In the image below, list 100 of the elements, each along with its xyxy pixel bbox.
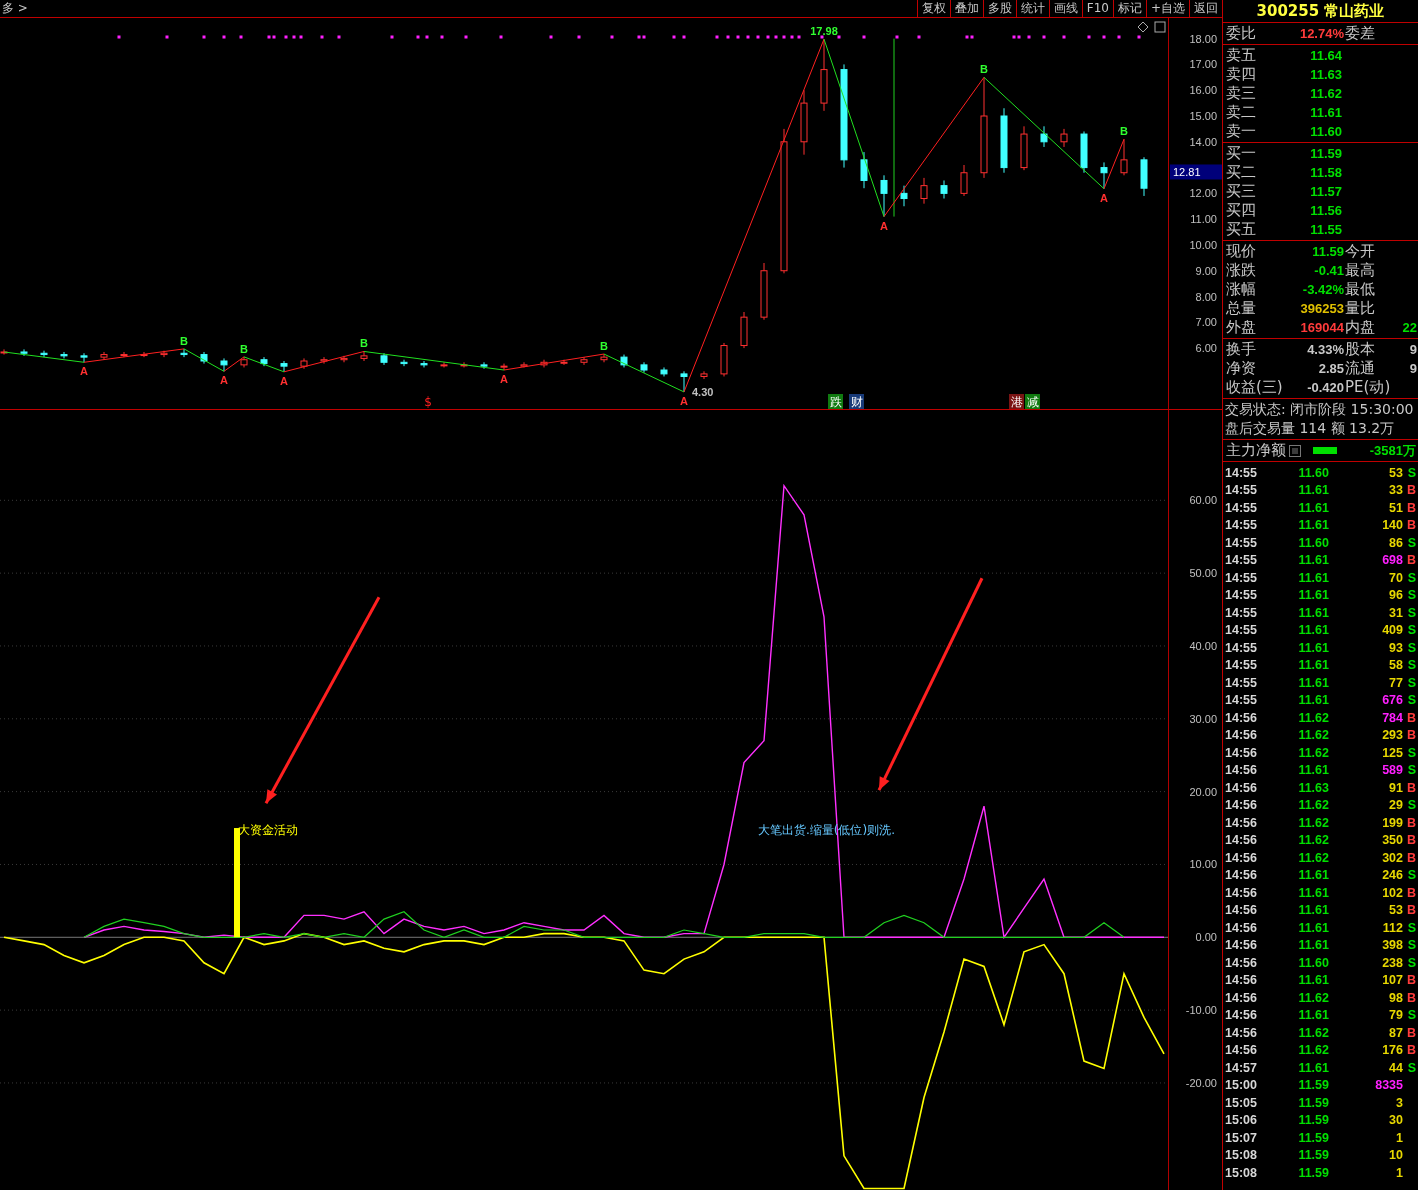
event-badge[interactable]: 减 xyxy=(1025,394,1040,409)
tick-price: 11.61 xyxy=(1297,763,1329,778)
tick-side: S xyxy=(1407,938,1417,953)
candlestick xyxy=(540,359,548,368)
candlestick xyxy=(800,89,808,156)
tick-volume: 87 xyxy=(1388,1025,1403,1040)
tick-volume: 58 xyxy=(1388,658,1403,673)
candlestick xyxy=(600,353,608,363)
axis-label: -20.00 xyxy=(1185,1076,1217,1089)
field-label: 最高 xyxy=(1345,261,1376,280)
candlestick xyxy=(480,361,488,370)
tick-price: 11.62 xyxy=(1297,798,1329,813)
tick-time: 14:55 xyxy=(1224,570,1258,585)
pivot-label: A xyxy=(500,373,508,386)
candlestick xyxy=(320,356,328,365)
field-value: 22 xyxy=(1401,320,1418,335)
tick-time: 14:55 xyxy=(1224,605,1258,620)
order-price: 11.57 xyxy=(1309,184,1342,199)
tick-time: 14:56 xyxy=(1224,780,1258,795)
candlestick xyxy=(300,357,308,370)
tick-volume: 698 xyxy=(1381,553,1403,568)
tick-side: B xyxy=(1406,833,1417,848)
tick-side: S xyxy=(1407,605,1417,620)
tick-side: B xyxy=(1406,728,1417,743)
after-hours-volume: 盘后交易量 114 额 13.2万 xyxy=(1225,419,1396,438)
tick-price: 11.61 xyxy=(1297,570,1329,585)
order-level-label: 买二 xyxy=(1226,163,1257,182)
tick-price: 11.62 xyxy=(1297,1043,1329,1058)
tick-price: 11.59 xyxy=(1297,1130,1329,1145)
tick-volume: 112 xyxy=(1381,920,1403,935)
pivot-label: B xyxy=(240,342,248,355)
order-level-label: 买四 xyxy=(1226,201,1257,220)
candlestick xyxy=(1120,138,1128,176)
tick-time: 14:56 xyxy=(1224,1008,1258,1023)
field-value: 396253 xyxy=(1299,301,1344,316)
tick-side: S xyxy=(1407,640,1417,655)
tick-volume: 8335 xyxy=(1374,1078,1403,1093)
order-price: 11.55 xyxy=(1309,222,1342,237)
tick-time: 14:56 xyxy=(1224,1025,1258,1040)
candlestick xyxy=(500,363,508,371)
tick-time: 14:55 xyxy=(1224,675,1258,690)
tick-price: 11.61 xyxy=(1297,658,1329,673)
event-marker[interactable]: $ xyxy=(424,395,432,409)
candlestick xyxy=(440,361,448,368)
tick-side: S xyxy=(1407,763,1417,778)
tick-price: 11.59 xyxy=(1297,1078,1329,1093)
window-icon[interactable] xyxy=(1154,21,1166,33)
candlestick xyxy=(1060,128,1068,148)
tick-side: S xyxy=(1407,588,1417,603)
field-label: 换手 xyxy=(1226,340,1257,359)
list-icon[interactable] xyxy=(1289,444,1301,457)
tick-time: 14:55 xyxy=(1224,693,1258,708)
tick-side: S xyxy=(1407,1008,1417,1023)
candlestick xyxy=(920,177,928,205)
axis-label: 30.00 xyxy=(1189,712,1217,725)
tick-side: B xyxy=(1406,518,1417,533)
axis-label: 40.00 xyxy=(1189,639,1217,652)
tick-volume: 96 xyxy=(1388,588,1403,603)
tick-price: 11.61 xyxy=(1297,640,1329,655)
pivot-label: 4.30 xyxy=(692,385,714,398)
tick-price: 11.61 xyxy=(1297,553,1329,568)
candlestick xyxy=(400,359,408,367)
tick-time: 14:55 xyxy=(1224,588,1258,603)
pivot-label: B xyxy=(360,337,368,350)
field-label: 委差 xyxy=(1345,24,1376,43)
tick-volume: 91 xyxy=(1388,780,1403,795)
tick-side: B xyxy=(1406,500,1417,515)
event-badge[interactable]: 跌 xyxy=(828,394,843,409)
tick-volume: 1 xyxy=(1395,1130,1403,1145)
candlestick xyxy=(380,352,388,366)
tick-side: S xyxy=(1407,693,1417,708)
tick-side: B xyxy=(1406,850,1417,865)
candlestick xyxy=(180,348,188,358)
tick-time: 14:56 xyxy=(1224,973,1258,988)
period-menu[interactable]: 多 > xyxy=(0,0,28,17)
tick-side: S xyxy=(1407,868,1417,883)
candlestick xyxy=(560,359,568,366)
tick-price: 11.63 xyxy=(1297,780,1329,795)
axis-label: 6.00 xyxy=(1195,342,1217,355)
diamond-icon[interactable] xyxy=(1137,21,1149,33)
tick-side: S xyxy=(1407,955,1417,970)
tick-side: S xyxy=(1407,745,1417,760)
tick-time: 14:55 xyxy=(1224,535,1258,550)
candlestick xyxy=(220,357,228,372)
candlestick xyxy=(80,352,88,363)
event-badge[interactable]: 港 xyxy=(1009,394,1024,409)
pivot-label: A xyxy=(280,374,288,387)
current-price-label: 12.81 xyxy=(1170,164,1222,180)
pivot-label: B xyxy=(600,340,608,353)
tick-price: 11.61 xyxy=(1297,1060,1329,1075)
axis-label: 14.00 xyxy=(1189,135,1217,148)
candlestick xyxy=(700,370,708,380)
field-label: 内盘 xyxy=(1345,318,1376,337)
tick-volume: 51 xyxy=(1388,500,1403,515)
candlestick xyxy=(340,355,348,363)
tick-side: B xyxy=(1406,553,1417,568)
event-badge[interactable]: 财 xyxy=(849,394,864,409)
tick-side: B xyxy=(1406,815,1417,830)
tick-price: 11.61 xyxy=(1297,588,1329,603)
field-label: 涨幅 xyxy=(1226,280,1257,299)
